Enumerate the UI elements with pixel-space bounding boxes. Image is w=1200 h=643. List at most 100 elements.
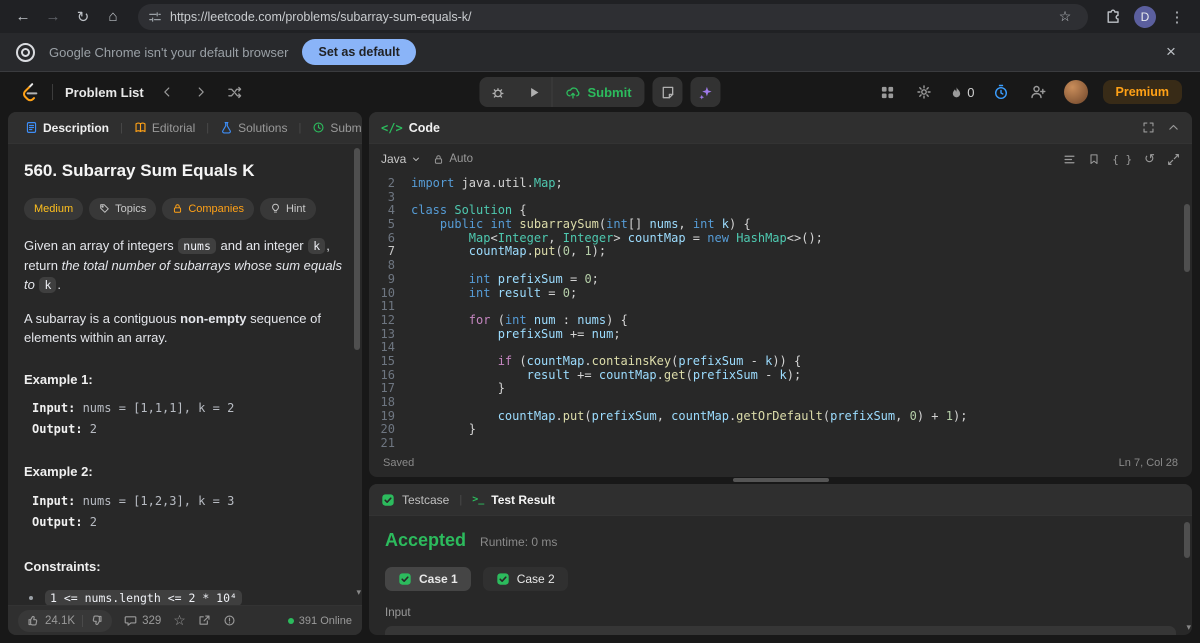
banner-close-icon[interactable]: × xyxy=(1158,42,1184,62)
code-line[interactable]: 15 if (countMap.containsKey(prefixSum - … xyxy=(369,354,1192,369)
code-line[interactable]: 6 Map<Integer, Integer> countMap = new H… xyxy=(369,231,1192,246)
timer-icon[interactable] xyxy=(990,81,1012,103)
code-line[interactable]: 7 countMap.put(0, 1); xyxy=(369,245,1192,259)
notes-button[interactable] xyxy=(652,77,683,107)
code-line[interactable]: 14 xyxy=(369,341,1192,355)
code-line[interactable]: 13 prefixSum += num; xyxy=(369,327,1192,342)
scroll-down-arrow[interactable]: ▾ xyxy=(1186,622,1191,633)
comment-icon xyxy=(124,616,137,626)
flame-icon xyxy=(953,86,961,97)
hint-badge[interactable]: Hint xyxy=(259,197,316,220)
address-bar[interactable]: https://leetcode.com/problems/subarray-s… xyxy=(138,3,1088,30)
browser-profile-avatar[interactable]: D xyxy=(1134,5,1156,28)
debug-button[interactable] xyxy=(479,77,516,107)
topics-badge[interactable]: Topics xyxy=(89,197,157,220)
site-settings-tune-icon[interactable] xyxy=(148,10,162,24)
lock-icon xyxy=(174,204,182,214)
editor-scrollbar[interactable] xyxy=(1184,204,1190,272)
thumbs-down-icon[interactable] xyxy=(90,614,103,627)
vote-divider xyxy=(82,614,84,627)
online-count: 391 Online xyxy=(298,614,352,627)
run-button[interactable] xyxy=(516,77,551,107)
tab-submissions[interactable]: Submissions xyxy=(307,121,362,135)
code-line[interactable]: 16 result += countMap.get(prefixSum - k)… xyxy=(369,368,1192,383)
code-line[interactable]: 3 xyxy=(369,190,1192,205)
difficulty-badge[interactable]: Medium xyxy=(24,197,84,220)
code-line[interactable]: 5 public int subarraySum(int[] nums, int… xyxy=(369,217,1192,232)
code-line[interactable]: 9 int prefixSum = 0; xyxy=(369,272,1192,287)
tab-testcase[interactable]: Testcase xyxy=(381,493,449,507)
testcase-input-field[interactable]: nums = xyxy=(385,626,1176,635)
companies-badge[interactable]: Companies xyxy=(162,197,254,220)
code-line[interactable]: 19 countMap.put(prefixSum, countMap.getO… xyxy=(369,409,1192,424)
premium-button[interactable]: Premium xyxy=(1102,80,1182,104)
browser-menu-icon[interactable]: ⋮ xyxy=(1164,4,1190,30)
code-line[interactable]: 20 } xyxy=(369,423,1192,437)
panel-resize-handle[interactable] xyxy=(732,478,829,482)
scroll-down-arrow[interactable]: ▾ xyxy=(356,586,361,600)
browser-forward-button[interactable]: → xyxy=(40,4,66,30)
favorite-button[interactable]: ☆ xyxy=(173,612,186,629)
right-column: </> Code Java Auto {} ↺ 2 import java.u… xyxy=(369,112,1192,635)
case-button[interactable]: Case 1 xyxy=(385,567,471,591)
set-as-default-button[interactable]: Set as default xyxy=(302,39,416,65)
undo-icon[interactable]: ↺ xyxy=(1144,151,1155,167)
code-line[interactable]: 18 xyxy=(369,395,1192,410)
browser-reload-button[interactable]: ↻ xyxy=(70,4,96,30)
code-line[interactable]: 8 xyxy=(369,258,1192,273)
leetcode-logo[interactable] xyxy=(18,81,40,103)
badge-label: Hint xyxy=(285,202,306,215)
tab-separator: | xyxy=(298,121,302,134)
share-button[interactable] xyxy=(198,614,211,627)
comments-button[interactable]: 329 xyxy=(124,614,161,627)
feedback-icon xyxy=(224,615,235,626)
settings-gear-icon[interactable] xyxy=(913,81,935,103)
code-line[interactable]: 2 import java.util.Map; xyxy=(369,176,1192,191)
feedback-button[interactable] xyxy=(223,614,236,627)
code-line[interactable]: 21 xyxy=(369,436,1192,449)
bracket-jump-icon[interactable]: { } xyxy=(1112,153,1132,166)
code-line[interactable]: 4 class Solution { xyxy=(369,204,1192,218)
next-problem-button[interactable] xyxy=(190,81,212,103)
user-avatar[interactable] xyxy=(1063,80,1088,104)
problem-list-link[interactable]: Problem List xyxy=(65,85,144,100)
browser-back-button[interactable]: ← xyxy=(10,4,36,30)
auto-sync-toggle[interactable]: Auto xyxy=(433,153,473,165)
browser-home-button[interactable]: ⌂ xyxy=(100,4,126,30)
bookmark-icon[interactable] xyxy=(1088,153,1100,165)
format-code-icon[interactable] xyxy=(1063,153,1076,166)
code-line[interactable]: 10 int result = 0; xyxy=(369,286,1192,301)
tab-editorial[interactable]: Editorial xyxy=(129,121,200,135)
tab-test-result[interactable]: >_ Test Result xyxy=(472,493,555,507)
description-scrollbar[interactable] xyxy=(354,148,360,350)
invite-user-icon[interactable] xyxy=(1027,81,1049,103)
inline-code-nums: nums xyxy=(178,238,216,254)
lock-icon xyxy=(435,154,443,164)
language-select[interactable]: Java xyxy=(381,152,421,166)
code-panel: </> Code Java Auto {} ↺ 2 import java.u… xyxy=(369,112,1192,477)
submit-button[interactable]: Submit xyxy=(551,77,644,107)
tab-description[interactable]: Description xyxy=(20,121,114,135)
apps-grid-icon[interactable] xyxy=(876,81,898,103)
random-problem-button[interactable] xyxy=(224,81,246,103)
code-line[interactable]: 17 } xyxy=(369,382,1192,396)
streak-counter[interactable]: 0 xyxy=(950,85,975,100)
tab-solutions[interactable]: Solutions xyxy=(215,121,292,135)
code-line[interactable]: 11 xyxy=(369,299,1192,314)
collapse-chevron-icon[interactable] xyxy=(1167,121,1180,134)
code-editor[interactable]: 2 import java.util.Map; 3 4 class Solution … xyxy=(369,174,1192,449)
code-line[interactable]: 12 for (int num : nums) { xyxy=(369,313,1192,328)
prev-problem-button[interactable] xyxy=(156,81,178,103)
like-button[interactable]: 24.1K xyxy=(27,614,75,627)
fullscreen-icon[interactable] xyxy=(1142,121,1155,134)
case-button[interactable]: Case 2 xyxy=(482,567,568,591)
bookmark-star-icon[interactable]: ☆ xyxy=(1052,4,1078,30)
like-count: 24.1K xyxy=(45,614,76,627)
example-1-block: Input: nums = [1,1,1], k = 2 Output: 2 xyxy=(24,398,346,440)
badge-label: Topics xyxy=(115,202,147,215)
extensions-icon[interactable] xyxy=(1100,4,1126,30)
test-panel-scrollbar[interactable] xyxy=(1184,522,1190,558)
expand-editor-icon[interactable] xyxy=(1167,153,1180,166)
ai-assistant-button[interactable] xyxy=(690,77,721,107)
workspace: Description | Editorial | Solutions | Su… xyxy=(8,112,1192,635)
